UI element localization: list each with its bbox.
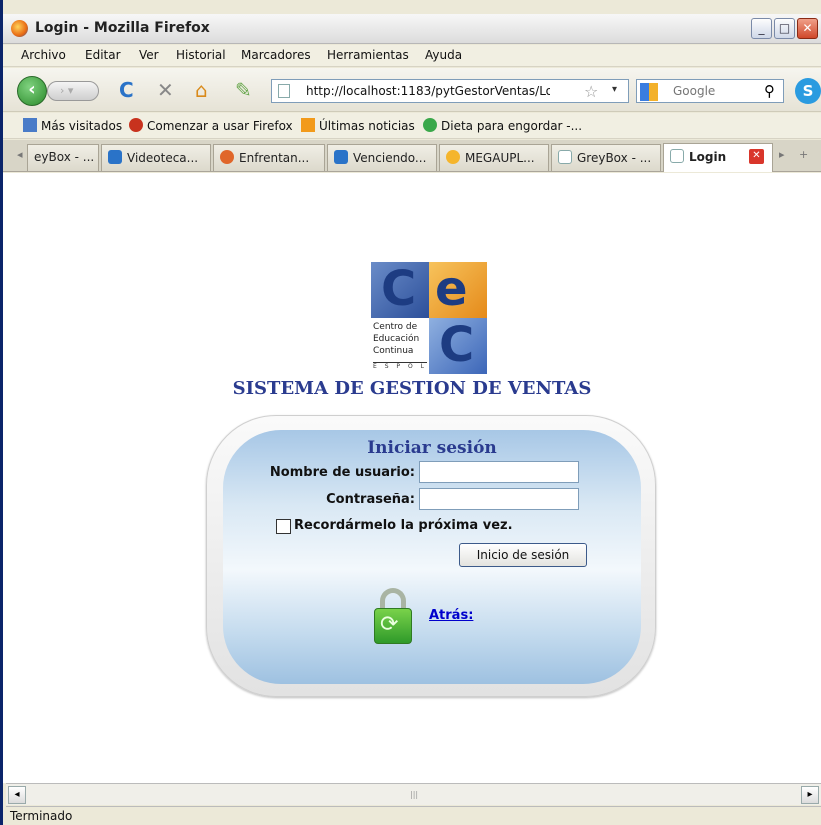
- search-input[interactable]: [673, 84, 753, 98]
- window-title: Login - Mozilla Firefox: [35, 20, 210, 36]
- tab-greybox-1[interactable]: eyBox - ...: [27, 144, 99, 171]
- tab-bar: ◂ eyBox - ... Videoteca... Enfrentan... …: [3, 140, 821, 172]
- bookmark-comenzar-firefox[interactable]: Comenzar a usar Firefox: [129, 118, 293, 133]
- scrollbar-grip[interactable]: |||: [410, 790, 418, 799]
- back-arrow-icon: ‹: [28, 79, 36, 100]
- google-engine-icon[interactable]: [640, 83, 658, 101]
- page-icon: [278, 84, 290, 98]
- tab-venciendo[interactable]: Venciendo...: [327, 144, 437, 171]
- tab-scroll-left-icon[interactable]: ◂: [17, 148, 23, 161]
- skype-icon[interactable]: S: [795, 78, 821, 104]
- scroll-right-icon[interactable]: ▸: [801, 786, 819, 804]
- tab-enfrentan[interactable]: Enfrentan...: [213, 144, 325, 171]
- remember-checkbox[interactable]: [276, 519, 291, 534]
- remember-label[interactable]: Recordármelo la próxima vez.: [294, 518, 513, 533]
- menu-historial[interactable]: Historial: [176, 48, 226, 62]
- minimize-button[interactable]: _: [751, 18, 772, 39]
- tab-favicon: [108, 150, 122, 164]
- horizontal-scrollbar[interactable]: ◂ ||| ▸: [6, 783, 821, 805]
- status-bar: Terminado: [6, 806, 821, 825]
- logo-quadrant: C: [429, 318, 487, 374]
- browser-window: Login - Mozilla Firefox _ □ ✕ Archivo Ed…: [0, 0, 821, 825]
- close-button[interactable]: ✕: [797, 18, 818, 39]
- page-content: C e Centro de Educación Continua C E S P…: [3, 173, 821, 783]
- url-text[interactable]: http://localhost:1183/pytGestorVentas/Lo…: [306, 84, 550, 98]
- tab-favicon: [446, 150, 460, 164]
- lock-icon: ⟳: [374, 588, 412, 644]
- tab-greybox-2[interactable]: GreyBox - ...: [551, 144, 661, 171]
- title-bar: Login - Mozilla Firefox _ □ ✕: [3, 14, 821, 44]
- menu-bar: Archivo Editar Ver Historial Marcadores …: [3, 45, 821, 67]
- menu-marcadores[interactable]: Marcadores: [241, 48, 311, 62]
- forward-button[interactable]: › ▾: [47, 81, 99, 101]
- logo-quadrant: e: [429, 262, 487, 318]
- cec-logo: C e Centro de Educación Continua C E S P…: [371, 262, 487, 374]
- username-input[interactable]: [419, 461, 579, 483]
- home-button[interactable]: ⌂: [195, 79, 208, 101]
- login-button[interactable]: Inicio de sesión: [459, 543, 587, 567]
- menu-ver[interactable]: Ver: [139, 48, 159, 62]
- password-label: Contraseña:: [326, 492, 415, 507]
- url-dropdown-icon[interactable]: ▾: [612, 84, 617, 95]
- password-input[interactable]: [419, 488, 579, 510]
- login-panel: Iniciar sesión Nombre de usuario: Contra…: [206, 415, 656, 697]
- folder-icon: [23, 118, 37, 132]
- logo-text: Continua: [373, 346, 414, 356]
- menu-editar[interactable]: Editar: [85, 48, 121, 62]
- bookmark-dieta[interactable]: Dieta para engordar -...: [423, 118, 582, 133]
- scroll-left-icon[interactable]: ◂: [8, 786, 26, 804]
- bookmarks-bar: Más visitados Comenzar a usar Firefox Úl…: [3, 113, 821, 139]
- back-button[interactable]: ‹: [17, 76, 47, 106]
- firefox-icon: [11, 20, 28, 37]
- tab-megaupload[interactable]: MEGAUPL...: [439, 144, 549, 171]
- system-title: SISTEMA DE GESTION DE VENTAS: [232, 378, 592, 399]
- tab-favicon: [334, 150, 348, 164]
- logo-text: Centro de: [373, 322, 418, 332]
- navigation-toolbar: ‹ › ▾ C ✕ ⌂ ✎ http://localhost:1183/pytG…: [3, 68, 821, 112]
- menu-ayuda[interactable]: Ayuda: [425, 48, 462, 62]
- bookmark-ultimas-noticias[interactable]: Últimas noticias: [301, 118, 415, 133]
- login-form: Iniciar sesión Nombre de usuario: Contra…: [223, 430, 641, 684]
- tab-login[interactable]: Login ✕: [663, 143, 773, 172]
- menu-herramientas[interactable]: Herramientas: [327, 48, 409, 62]
- rss-icon: [301, 118, 315, 132]
- logo-text: Educación: [373, 334, 420, 344]
- tab-favicon: [220, 150, 234, 164]
- forward-arrow-icon: ›: [60, 84, 65, 97]
- tab-favicon: [558, 150, 572, 164]
- url-bar[interactable]: http://localhost:1183/pytGestorVentas/Lo…: [271, 79, 629, 103]
- login-title: Iniciar sesión: [367, 438, 497, 458]
- tab-scroll-right-icon[interactable]: ▸: [779, 148, 785, 161]
- tab-close-icon[interactable]: ✕: [749, 149, 764, 164]
- bookmark-page-icon: [423, 118, 437, 132]
- stop-button[interactable]: ✕: [157, 79, 174, 101]
- logo-quadrant: C: [371, 262, 429, 318]
- username-label: Nombre de usuario:: [269, 465, 415, 480]
- tab-videoteca[interactable]: Videoteca...: [101, 144, 211, 171]
- reload-button[interactable]: C: [119, 79, 134, 101]
- logo-espol: E S P O L: [373, 362, 427, 370]
- new-tab-icon[interactable]: +: [799, 148, 808, 161]
- search-icon[interactable]: ⚲: [764, 82, 775, 100]
- bookmark-mas-visitados[interactable]: Más visitados: [23, 118, 122, 133]
- firefox-bookmark-icon: [129, 118, 143, 132]
- search-bar[interactable]: ⚲: [636, 79, 784, 103]
- tab-favicon: [670, 149, 684, 163]
- back-link[interactable]: Atrás:: [429, 608, 473, 623]
- bookmark-edit-icon[interactable]: ✎: [235, 79, 252, 101]
- menu-archivo[interactable]: Archivo: [21, 48, 66, 62]
- bookmark-star-icon[interactable]: ☆: [584, 82, 598, 101]
- maximize-button[interactable]: □: [774, 18, 795, 39]
